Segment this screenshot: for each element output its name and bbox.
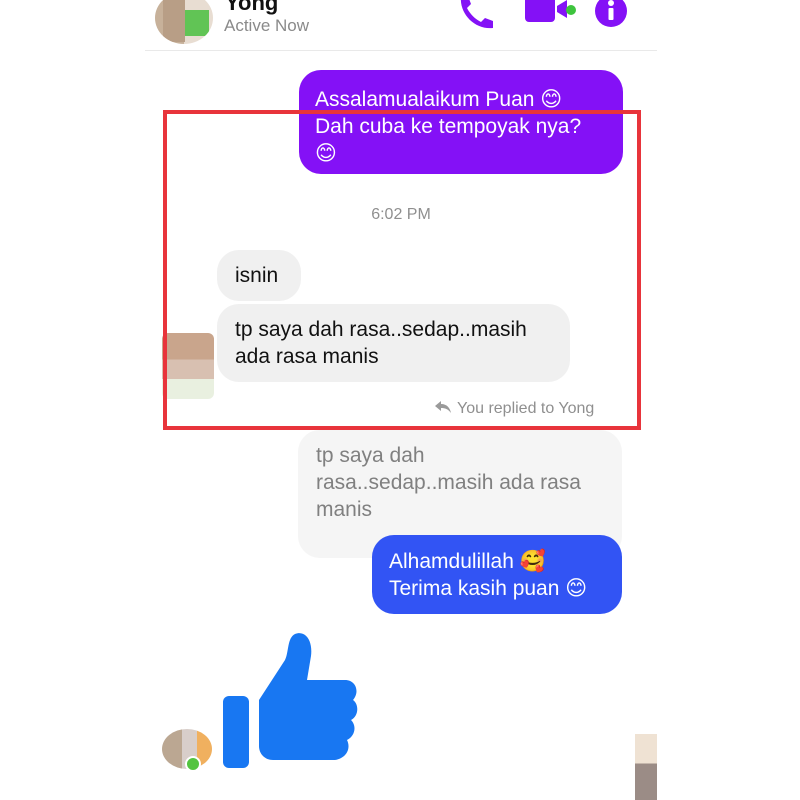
info-icon[interactable] [594,0,628,28]
chat-screen: Yong Active Now Assalamualaikum Puan 😊 D… [145,0,657,800]
phone-icon[interactable] [455,0,495,30]
thumbs-up-icon[interactable] [223,630,358,770]
video-camera-icon[interactable] [525,0,577,24]
incoming-message-bubble[interactable]: tp saya dah rasa..sedap..masih ada rasa … [217,304,570,382]
partial-image-strip [635,734,657,800]
outgoing-reply-bubble[interactable]: Alhamdulillah 🥰 Terima kasih puan 😊 [372,535,622,614]
chat-header: Yong Active Now [145,0,657,51]
incoming-message-bubble[interactable]: isnin [217,250,301,301]
reply-indicator-text: You replied to Yong [457,400,595,417]
message-timestamp: 6:02 PM [371,206,431,223]
contact-avatar[interactable] [155,0,213,44]
active-status: Active Now [224,16,310,35]
reply-indicator: You replied to Yong [435,400,594,418]
contact-name[interactable]: Yong [225,0,278,16]
reply-arrow-icon [435,400,451,418]
contact-mini-avatar[interactable] [162,333,214,399]
outgoing-message-bubble[interactable]: Assalamualaikum Puan 😊 Dah cuba ke tempo… [299,70,623,174]
online-status-dot [185,756,201,772]
